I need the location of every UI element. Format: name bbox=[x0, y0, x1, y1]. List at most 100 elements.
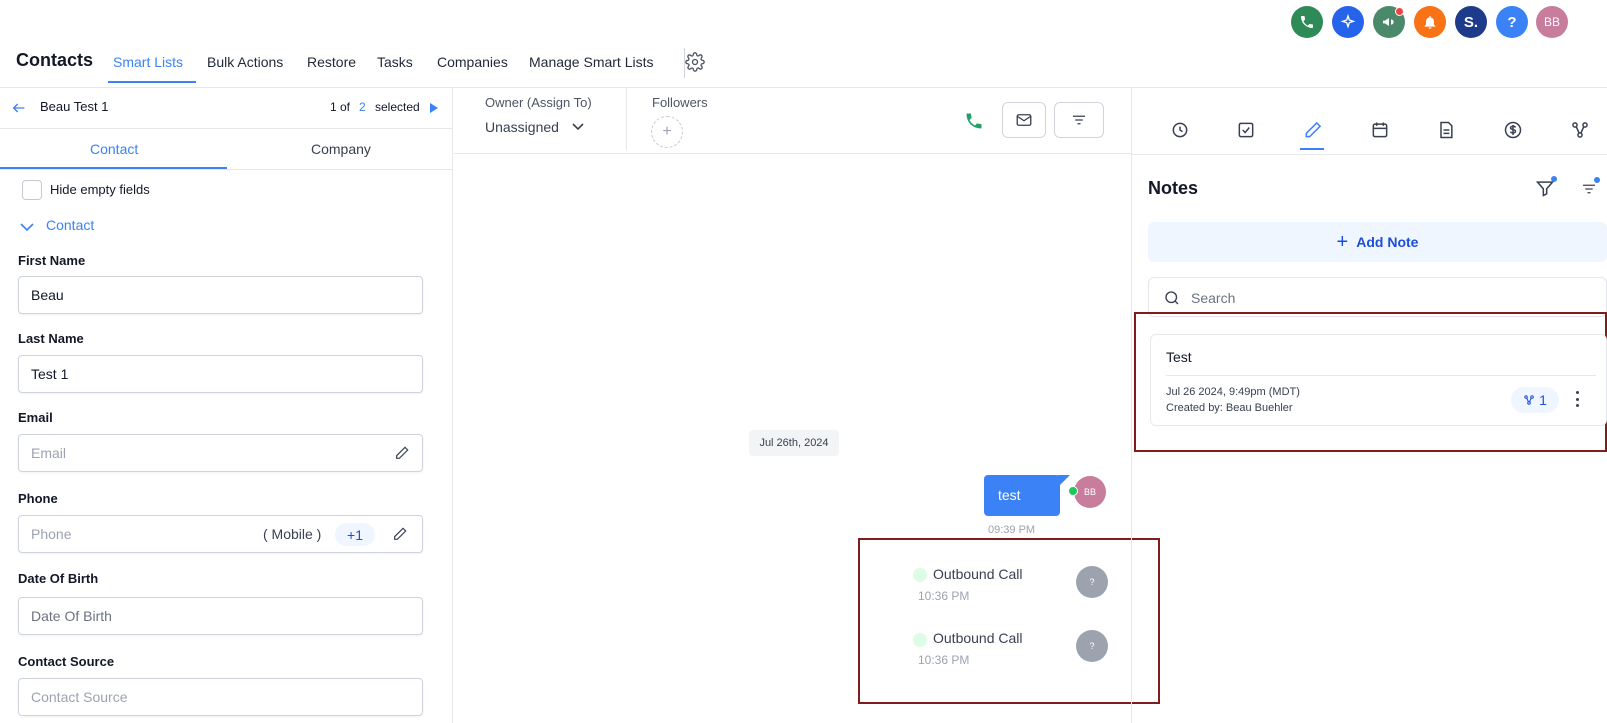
tab-company[interactable]: Company bbox=[311, 141, 371, 157]
owner-select[interactable]: Unassigned bbox=[485, 119, 559, 135]
call-title[interactable]: Outbound Call bbox=[933, 630, 1023, 646]
nav-companies[interactable]: Companies bbox=[437, 54, 508, 70]
call-phone-icon[interactable] bbox=[964, 111, 984, 131]
notes-title: Notes bbox=[1148, 178, 1199, 198]
help-icon[interactable]: ? bbox=[1496, 6, 1528, 38]
outbound-call-icon bbox=[913, 568, 927, 582]
followers-label: Followers bbox=[652, 95, 708, 110]
caller-avatar: ? bbox=[1076, 566, 1108, 598]
settings-gear-icon[interactable] bbox=[685, 52, 705, 72]
association-count: 1 bbox=[1539, 392, 1547, 408]
user-avatar[interactable]: BB bbox=[1536, 6, 1568, 38]
date-separator: Jul 26th, 2024 bbox=[749, 430, 839, 456]
country-code-badge[interactable]: +1 bbox=[335, 523, 375, 546]
message-time: 09:39 PM bbox=[988, 524, 1036, 536]
header-divider bbox=[626, 88, 627, 150]
dob-field[interactable]: Date Of Birth bbox=[18, 597, 423, 635]
ai-sparkle-icon[interactable] bbox=[1332, 6, 1364, 38]
phone-icon[interactable] bbox=[1291, 6, 1323, 38]
pager-count[interactable]: 2 bbox=[359, 100, 366, 114]
s-app-label: S. bbox=[1463, 13, 1479, 31]
active-tab-indicator bbox=[0, 167, 227, 169]
next-record-icon[interactable] bbox=[430, 103, 438, 113]
nav-manage-smart-lists[interactable]: Manage Smart Lists bbox=[529, 54, 654, 70]
message-text: test bbox=[998, 487, 1021, 503]
record-name: Beau Test 1 bbox=[40, 99, 109, 114]
email-field[interactable]: Email bbox=[18, 434, 423, 472]
note-card[interactable]: Test Jul 26 2024, 9:49pm (MDT) Created b… bbox=[1150, 334, 1607, 426]
payments-dollar-icon[interactable] bbox=[1503, 120, 1523, 140]
call-time: 10:36 PM bbox=[918, 653, 970, 667]
email-label: Email bbox=[18, 410, 53, 425]
last-name-label: Last Name bbox=[18, 331, 84, 346]
nav-smart-lists[interactable]: Smart Lists bbox=[113, 54, 183, 70]
calendar-icon[interactable] bbox=[1370, 120, 1390, 140]
contact-source-field[interactable]: Contact Source bbox=[18, 678, 423, 716]
contact-company-tabs: Contact Company bbox=[0, 129, 453, 170]
associations-icon[interactable] bbox=[1570, 120, 1590, 140]
phone-field[interactable]: Phone ( Mobile ) +1 bbox=[18, 515, 423, 553]
pager-suffix: selected bbox=[375, 100, 420, 114]
add-note-label: Add Note bbox=[1356, 234, 1419, 250]
bubble-tail bbox=[1058, 475, 1070, 487]
more-options-icon[interactable] bbox=[1576, 391, 1580, 407]
call-time: 10:36 PM bbox=[918, 589, 970, 603]
chevron-down-icon[interactable] bbox=[572, 123, 584, 131]
caller-initials: ? bbox=[1089, 641, 1095, 651]
notes-pencil-icon[interactable] bbox=[1303, 120, 1323, 140]
record-navigation-bar: Beau Test 1 1 of 2 selected bbox=[0, 88, 453, 129]
pencil-icon[interactable] bbox=[392, 526, 408, 542]
history-icon[interactable] bbox=[1170, 120, 1190, 140]
panel-divider bbox=[1131, 154, 1607, 155]
contact-source-placeholder: Contact Source bbox=[31, 689, 128, 705]
nav-restore[interactable]: Restore bbox=[307, 54, 356, 70]
sender-avatar: BB bbox=[1074, 476, 1106, 508]
sender-initials: BB bbox=[1083, 487, 1096, 497]
conversation-header: Owner (Assign To) Unassigned Followers + bbox=[454, 88, 1131, 154]
dob-label: Date Of Birth bbox=[18, 571, 99, 586]
hide-empty-checkbox[interactable] bbox=[22, 180, 42, 200]
tab-contact[interactable]: Contact bbox=[90, 141, 138, 157]
note-author: Created by: Beau Buehler bbox=[1166, 402, 1293, 414]
note-divider bbox=[1166, 375, 1596, 376]
message-bubble: test bbox=[984, 475, 1060, 516]
nav-tasks[interactable]: Tasks bbox=[377, 54, 413, 70]
mail-icon bbox=[1016, 114, 1032, 126]
note-title: Test bbox=[1166, 349, 1192, 365]
megaphone-icon[interactable] bbox=[1373, 6, 1405, 38]
add-note-button[interactable]: + Add Note bbox=[1148, 222, 1607, 262]
search-placeholder: Search bbox=[1191, 290, 1236, 306]
filter-button[interactable] bbox=[1054, 102, 1104, 138]
section-toggle-contact[interactable]: Contact bbox=[46, 217, 94, 233]
notes-search-input[interactable]: Search bbox=[1148, 277, 1607, 317]
active-tab-indicator bbox=[1300, 148, 1324, 150]
s-app-icon[interactable]: S. bbox=[1455, 6, 1487, 38]
call-title[interactable]: Outbound Call bbox=[933, 566, 1023, 582]
top-bar: S. ? BB bbox=[0, 0, 1607, 44]
first-name-field[interactable]: Beau bbox=[18, 276, 423, 314]
caller-avatar: ? bbox=[1076, 630, 1108, 662]
outbound-call-icon bbox=[913, 633, 927, 647]
back-arrow-icon[interactable] bbox=[10, 100, 28, 116]
last-name-field[interactable]: Test 1 bbox=[18, 355, 423, 393]
add-follower-button[interactable]: + bbox=[651, 116, 683, 148]
nav-bulk-actions[interactable]: Bulk Actions bbox=[207, 54, 283, 70]
caller-initials: ? bbox=[1089, 577, 1095, 587]
chevron-down-icon[interactable] bbox=[20, 222, 34, 232]
filter-lines-icon bbox=[1073, 115, 1085, 125]
first-name-value: Beau bbox=[31, 287, 64, 303]
pencil-icon[interactable] bbox=[394, 445, 410, 461]
last-name-value: Test 1 bbox=[31, 366, 69, 382]
note-date: Jul 26 2024, 9:49pm (MDT) bbox=[1166, 386, 1300, 398]
search-icon bbox=[1165, 291, 1179, 305]
sort-active-dot bbox=[1594, 177, 1600, 183]
phone-label: Phone bbox=[18, 491, 58, 506]
document-icon[interactable] bbox=[1436, 120, 1456, 140]
plus-icon: + bbox=[1336, 230, 1349, 253]
email-button[interactable] bbox=[1002, 102, 1046, 138]
note-associations-badge[interactable]: 1 bbox=[1511, 387, 1559, 413]
owner-label: Owner (Assign To) bbox=[485, 95, 592, 110]
bell-icon[interactable] bbox=[1414, 6, 1446, 38]
phone-type-label: ( Mobile ) bbox=[263, 526, 322, 542]
task-check-icon[interactable] bbox=[1236, 120, 1256, 140]
